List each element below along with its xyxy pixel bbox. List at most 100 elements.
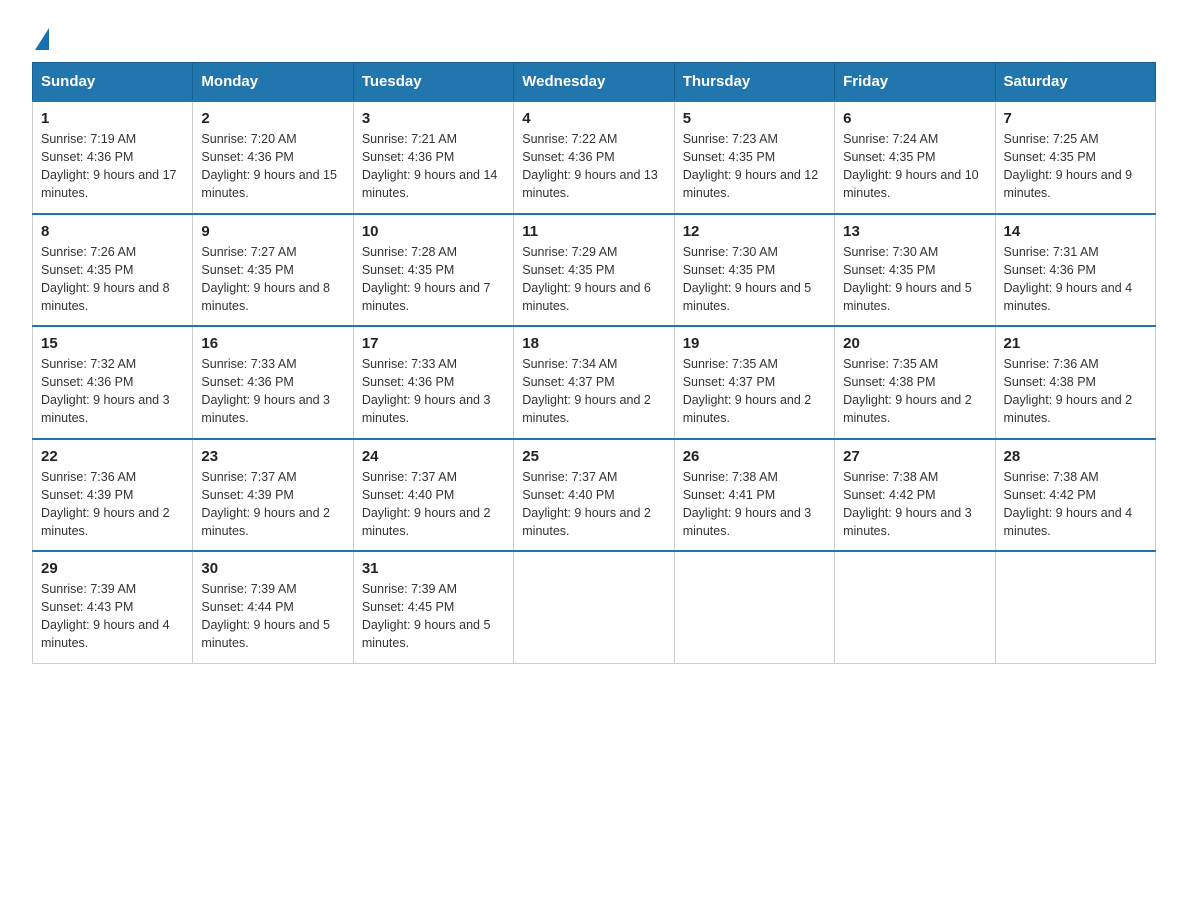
day-info: Sunrise: 7:27 AMSunset: 4:35 PMDaylight:…	[201, 245, 330, 313]
day-info: Sunrise: 7:25 AMSunset: 4:35 PMDaylight:…	[1004, 132, 1133, 200]
day-number: 12	[683, 223, 826, 240]
calendar-cell: 5 Sunrise: 7:23 AMSunset: 4:35 PMDayligh…	[674, 101, 834, 214]
day-number: 13	[843, 223, 986, 240]
day-number: 3	[362, 110, 505, 127]
day-info: Sunrise: 7:35 AMSunset: 4:38 PMDaylight:…	[843, 357, 972, 425]
day-info: Sunrise: 7:38 AMSunset: 4:42 PMDaylight:…	[1004, 470, 1133, 538]
day-info: Sunrise: 7:37 AMSunset: 4:40 PMDaylight:…	[522, 470, 651, 538]
day-number: 27	[843, 448, 986, 465]
day-number: 11	[522, 223, 665, 240]
calendar-cell: 12 Sunrise: 7:30 AMSunset: 4:35 PMDaylig…	[674, 214, 834, 327]
day-info: Sunrise: 7:20 AMSunset: 4:36 PMDaylight:…	[201, 132, 337, 200]
calendar-week-3: 15 Sunrise: 7:32 AMSunset: 4:36 PMDaylig…	[33, 326, 1156, 439]
day-number: 20	[843, 335, 986, 352]
calendar-cell: 4 Sunrise: 7:22 AMSunset: 4:36 PMDayligh…	[514, 101, 674, 214]
calendar-cell: 6 Sunrise: 7:24 AMSunset: 4:35 PMDayligh…	[835, 101, 995, 214]
day-info: Sunrise: 7:34 AMSunset: 4:37 PMDaylight:…	[522, 357, 651, 425]
day-info: Sunrise: 7:37 AMSunset: 4:39 PMDaylight:…	[201, 470, 330, 538]
day-number: 2	[201, 110, 344, 127]
day-number: 9	[201, 223, 344, 240]
day-number: 7	[1004, 110, 1147, 127]
day-number: 5	[683, 110, 826, 127]
day-number: 14	[1004, 223, 1147, 240]
day-number: 24	[362, 448, 505, 465]
day-info: Sunrise: 7:21 AMSunset: 4:36 PMDaylight:…	[362, 132, 498, 200]
day-info: Sunrise: 7:26 AMSunset: 4:35 PMDaylight:…	[41, 245, 170, 313]
day-info: Sunrise: 7:33 AMSunset: 4:36 PMDaylight:…	[201, 357, 330, 425]
calendar-cell: 26 Sunrise: 7:38 AMSunset: 4:41 PMDaylig…	[674, 439, 834, 552]
day-header-saturday: Saturday	[995, 63, 1155, 102]
day-number: 4	[522, 110, 665, 127]
day-number: 8	[41, 223, 184, 240]
calendar-cell: 8 Sunrise: 7:26 AMSunset: 4:35 PMDayligh…	[33, 214, 193, 327]
day-number: 18	[522, 335, 665, 352]
day-info: Sunrise: 7:28 AMSunset: 4:35 PMDaylight:…	[362, 245, 491, 313]
day-number: 31	[362, 560, 505, 577]
calendar-cell: 29 Sunrise: 7:39 AMSunset: 4:43 PMDaylig…	[33, 551, 193, 663]
calendar-cell: 25 Sunrise: 7:37 AMSunset: 4:40 PMDaylig…	[514, 439, 674, 552]
calendar-cell	[835, 551, 995, 663]
day-info: Sunrise: 7:39 AMSunset: 4:45 PMDaylight:…	[362, 582, 491, 650]
calendar-cell: 1 Sunrise: 7:19 AMSunset: 4:36 PMDayligh…	[33, 101, 193, 214]
day-info: Sunrise: 7:39 AMSunset: 4:43 PMDaylight:…	[41, 582, 170, 650]
day-number: 25	[522, 448, 665, 465]
day-info: Sunrise: 7:30 AMSunset: 4:35 PMDaylight:…	[843, 245, 972, 313]
day-number: 19	[683, 335, 826, 352]
day-info: Sunrise: 7:36 AMSunset: 4:39 PMDaylight:…	[41, 470, 170, 538]
day-info: Sunrise: 7:39 AMSunset: 4:44 PMDaylight:…	[201, 582, 330, 650]
day-number: 16	[201, 335, 344, 352]
day-header-sunday: Sunday	[33, 63, 193, 102]
day-number: 6	[843, 110, 986, 127]
day-header-monday: Monday	[193, 63, 353, 102]
calendar-cell: 20 Sunrise: 7:35 AMSunset: 4:38 PMDaylig…	[835, 326, 995, 439]
day-number: 1	[41, 110, 184, 127]
calendar-cell: 7 Sunrise: 7:25 AMSunset: 4:35 PMDayligh…	[995, 101, 1155, 214]
day-number: 29	[41, 560, 184, 577]
day-info: Sunrise: 7:30 AMSunset: 4:35 PMDaylight:…	[683, 245, 812, 313]
day-header-thursday: Thursday	[674, 63, 834, 102]
day-number: 10	[362, 223, 505, 240]
calendar-cell: 13 Sunrise: 7:30 AMSunset: 4:35 PMDaylig…	[835, 214, 995, 327]
calendar-cell: 9 Sunrise: 7:27 AMSunset: 4:35 PMDayligh…	[193, 214, 353, 327]
day-info: Sunrise: 7:38 AMSunset: 4:42 PMDaylight:…	[843, 470, 972, 538]
calendar-cell: 3 Sunrise: 7:21 AMSunset: 4:36 PMDayligh…	[353, 101, 513, 214]
calendar-cell: 14 Sunrise: 7:31 AMSunset: 4:36 PMDaylig…	[995, 214, 1155, 327]
calendar-cell: 21 Sunrise: 7:36 AMSunset: 4:38 PMDaylig…	[995, 326, 1155, 439]
day-header-wednesday: Wednesday	[514, 63, 674, 102]
calendar-cell: 28 Sunrise: 7:38 AMSunset: 4:42 PMDaylig…	[995, 439, 1155, 552]
calendar-cell: 10 Sunrise: 7:28 AMSunset: 4:35 PMDaylig…	[353, 214, 513, 327]
page-header	[32, 24, 1156, 42]
calendar-cell: 16 Sunrise: 7:33 AMSunset: 4:36 PMDaylig…	[193, 326, 353, 439]
calendar-cell: 18 Sunrise: 7:34 AMSunset: 4:37 PMDaylig…	[514, 326, 674, 439]
day-header-friday: Friday	[835, 63, 995, 102]
calendar-cell: 24 Sunrise: 7:37 AMSunset: 4:40 PMDaylig…	[353, 439, 513, 552]
day-number: 22	[41, 448, 184, 465]
calendar-week-2: 8 Sunrise: 7:26 AMSunset: 4:35 PMDayligh…	[33, 214, 1156, 327]
day-info: Sunrise: 7:33 AMSunset: 4:36 PMDaylight:…	[362, 357, 491, 425]
day-number: 23	[201, 448, 344, 465]
calendar-cell: 31 Sunrise: 7:39 AMSunset: 4:45 PMDaylig…	[353, 551, 513, 663]
calendar-cell: 15 Sunrise: 7:32 AMSunset: 4:36 PMDaylig…	[33, 326, 193, 439]
calendar-cell: 11 Sunrise: 7:29 AMSunset: 4:35 PMDaylig…	[514, 214, 674, 327]
calendar-cell	[995, 551, 1155, 663]
day-info: Sunrise: 7:32 AMSunset: 4:36 PMDaylight:…	[41, 357, 170, 425]
day-info: Sunrise: 7:38 AMSunset: 4:41 PMDaylight:…	[683, 470, 812, 538]
day-number: 28	[1004, 448, 1147, 465]
calendar-cell: 23 Sunrise: 7:37 AMSunset: 4:39 PMDaylig…	[193, 439, 353, 552]
logo	[32, 24, 49, 42]
calendar-cell	[674, 551, 834, 663]
day-info: Sunrise: 7:29 AMSunset: 4:35 PMDaylight:…	[522, 245, 651, 313]
calendar-cell	[514, 551, 674, 663]
calendar-cell: 2 Sunrise: 7:20 AMSunset: 4:36 PMDayligh…	[193, 101, 353, 214]
day-number: 30	[201, 560, 344, 577]
day-number: 21	[1004, 335, 1147, 352]
calendar-cell: 30 Sunrise: 7:39 AMSunset: 4:44 PMDaylig…	[193, 551, 353, 663]
calendar-cell: 22 Sunrise: 7:36 AMSunset: 4:39 PMDaylig…	[33, 439, 193, 552]
day-info: Sunrise: 7:36 AMSunset: 4:38 PMDaylight:…	[1004, 357, 1133, 425]
calendar-header-row: SundayMondayTuesdayWednesdayThursdayFrid…	[33, 63, 1156, 102]
day-info: Sunrise: 7:19 AMSunset: 4:36 PMDaylight:…	[41, 132, 177, 200]
day-info: Sunrise: 7:23 AMSunset: 4:35 PMDaylight:…	[683, 132, 819, 200]
calendar-week-4: 22 Sunrise: 7:36 AMSunset: 4:39 PMDaylig…	[33, 439, 1156, 552]
day-info: Sunrise: 7:31 AMSunset: 4:36 PMDaylight:…	[1004, 245, 1133, 313]
calendar-week-1: 1 Sunrise: 7:19 AMSunset: 4:36 PMDayligh…	[33, 101, 1156, 214]
